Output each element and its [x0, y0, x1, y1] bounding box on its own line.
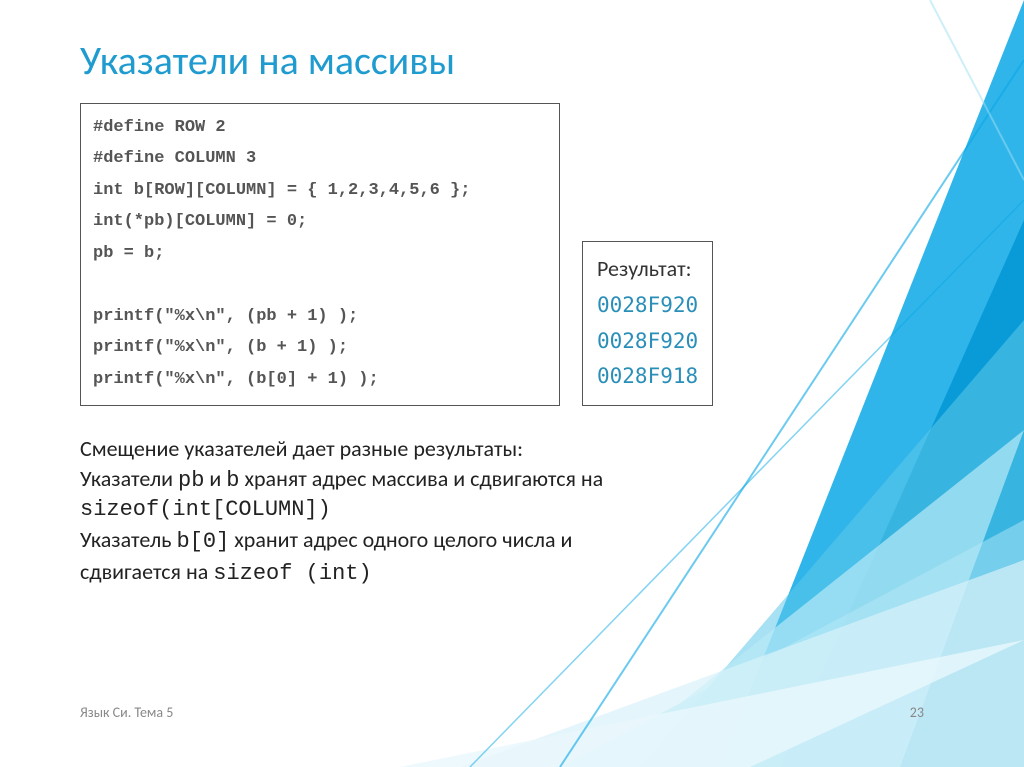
- footer-text: Язык Си. Тема 5: [80, 704, 173, 721]
- explain-line: Смещение указателей дает разные результа…: [80, 434, 964, 464]
- code-line: int b[ROW][COLUMN] = { 1,2,3,4,5,6 };: [93, 175, 547, 206]
- code-line: #define COLUMN 3: [93, 143, 547, 174]
- code-box: #define ROW 2 #define COLUMN 3 int b[ROW…: [80, 103, 560, 406]
- code-line: [93, 269, 547, 300]
- boxes-row: #define ROW 2 #define COLUMN 3 int b[ROW…: [80, 103, 964, 406]
- slide: Указатели на массивы #define ROW 2 #defi…: [0, 0, 1024, 767]
- result-box: Результат: 0028F920 0028F920 0028F918: [582, 241, 713, 405]
- explain-line: Указатели pb и b хранят адрес массива и …: [80, 464, 964, 496]
- explain-line: sizeof(int[COLUMN]): [80, 495, 964, 525]
- explain-line: Указатель b[0] хранит адрес одного целог…: [80, 525, 964, 557]
- slide-title: Указатели на массивы: [80, 36, 964, 85]
- code-line: pb = b;: [93, 238, 547, 269]
- code-line: int(*pb)[COLUMN] = 0;: [93, 206, 547, 237]
- slide-content: Указатели на массивы #define ROW 2 #defi…: [80, 36, 964, 588]
- result-value: 0028F920: [597, 324, 698, 360]
- code-line: printf("%x\n", (b[0] + 1) );: [93, 364, 547, 395]
- code-line: printf("%x\n", (pb + 1) );: [93, 301, 547, 332]
- result-value: 0028F918: [597, 359, 698, 395]
- result-label: Результат:: [597, 250, 698, 287]
- code-line: #define ROW 2: [93, 112, 547, 143]
- page-number: 23: [910, 704, 924, 721]
- explain-line: сдвигается на sizeof (int): [80, 557, 964, 589]
- code-line: printf("%x\n", (b + 1) );: [93, 332, 547, 363]
- result-value: 0028F920: [597, 288, 698, 324]
- explanation: Смещение указателей дает разные результа…: [80, 434, 964, 588]
